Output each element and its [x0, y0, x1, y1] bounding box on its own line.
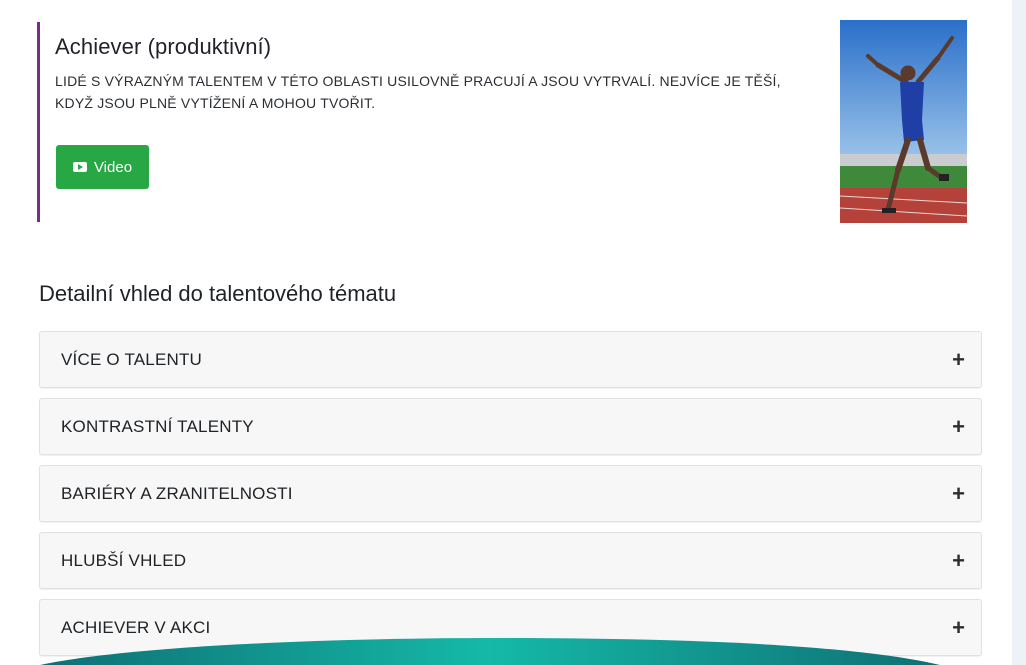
page-edge	[1012, 0, 1026, 665]
accordion-item-bariery[interactable]: BARIÉRY A ZRANITELNOSTI +	[39, 465, 982, 522]
plus-icon: +	[952, 547, 965, 573]
video-button-label: Video	[93, 158, 133, 176]
accordion-label: BARIÉRY A ZRANITELNOSTI	[61, 483, 293, 503]
plus-icon: +	[952, 413, 965, 439]
section-title: Detailní vhled do talentového tématu	[39, 281, 397, 306]
youtube-play-icon	[72, 162, 87, 172]
video-button[interactable]: Video	[56, 145, 149, 189]
talent-description: LIDÉ S VÝRAZNÝM TALENTEM V TÉTO OBLASTI …	[55, 73, 781, 111]
accordion-label: KONTRASTNÍ TALENTY	[61, 416, 254, 436]
accordion-label: VÍCE O TALENTU	[61, 349, 203, 369]
accordion-label: HLUBŠÍ VHLED	[61, 550, 187, 570]
accordion-item-hlubsi-vhled[interactable]: HLUBŠÍ VHLED +	[39, 532, 982, 589]
page: Achiever (produktivní) LIDÉ S VÝRAZNÝM T…	[0, 0, 1012, 665]
talent-card: Achiever (produktivní) LIDÉ S VÝRAZNÝM T…	[37, 22, 797, 222]
accordion-item-vice-o-talentu[interactable]: VÍCE O TALENTU +	[39, 331, 982, 388]
plus-icon: +	[952, 346, 965, 372]
decorative-wave	[40, 638, 940, 665]
talent-title: Achiever (produktivní)	[55, 34, 272, 59]
plus-icon: +	[952, 480, 965, 506]
athlete-image	[840, 20, 967, 223]
accordion-item-kontrastni-talenty[interactable]: KONTRASTNÍ TALENTY +	[39, 398, 982, 455]
